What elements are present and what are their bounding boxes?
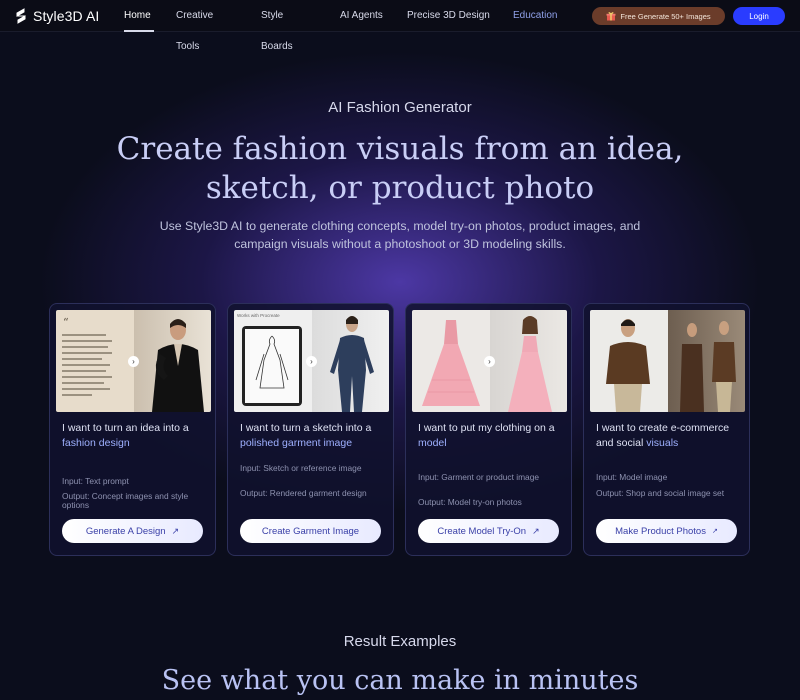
nav-ai-agents[interactable]: AI Agents [340,0,385,32]
tablet-sketch-image [242,326,302,406]
model-brown-jacket-photo [606,319,650,412]
button-label: Create Model Try-On [437,525,527,537]
button-label: Generate A Design [85,525,166,537]
model-denim-jumpsuit-photo [329,316,374,412]
button-label: Make Product Photos [615,525,706,537]
arrow-right-icon: › [306,356,317,367]
card-input: Input: Sketch or reference image [240,463,362,473]
arrow-right-icon: › [128,356,139,367]
arrow-right-icon: › [484,356,495,367]
top-nav: Style3D AI Home Creative Tools Style Boa… [0,0,800,52]
create-model-try-on-button[interactable]: Create Model Try-On ↗ [418,519,559,543]
card-output: Output: Shop and social image set [596,488,725,498]
arrow-up-right-icon: ↗ [532,525,540,536]
card-title: I want to turn a sketch into a polished … [240,421,390,451]
card-title: I want to create e-commerce and social v… [596,421,746,451]
promo-label: Free Generate 50+ Images [620,11,711,21]
card-title-highlight: polished garment image [240,437,353,449]
results-eyebrow: Result Examples [343,633,457,650]
card-image-text-to-design: “ › [56,310,211,412]
card-idea-to-design[interactable]: “ › I want to turn an idea into a fashio… [49,303,216,556]
hero-headline: Create fashion visuals from an idea, ske… [116,131,684,206]
card-input: Input: Model image [596,472,668,482]
card-title: I want to turn an idea into a fashion de… [62,421,212,451]
card-title-highlight: visuals [646,437,679,449]
make-product-photos-button[interactable]: Make Product Photos ↗ [596,519,737,543]
model-pink-dress-photo [507,316,552,412]
brand-name: Style3D AI [33,8,100,24]
card-image-try-on: › [412,310,567,412]
card-sketch-to-garment[interactable]: Works with Procreate › I want to turn a … [227,303,394,556]
models-group-photo [679,321,736,412]
generate-a-design-button[interactable]: Generate A Design ↗ [62,519,203,543]
feature-cards: “ › I want to turn an idea into a fashio… [49,303,750,556]
login-button[interactable]: Login [733,7,785,25]
card-input: Input: Text prompt [62,476,129,486]
arrow-up-right-icon: ↗ [711,528,718,535]
card-output: Output: Concept images and style options [62,491,189,510]
gift-icon [606,12,616,21]
card-title-text: I want to turn a sketch into a [240,422,372,434]
procreate-label: Works with Procreate [237,313,280,318]
card-input: Input: Garment or product image [418,472,540,482]
card-clothing-on-model[interactable]: › I want to put my clothing on a model I… [405,303,572,556]
nav-creative-tools[interactable]: Creative Tools [176,0,238,52]
results-title: See what you can make in minutes [161,665,639,696]
card-title-highlight: fashion design [62,437,130,449]
card-image-sketch-to-garment: Works with Procreate › [234,310,389,412]
button-label: Create Garment Image [261,525,360,537]
card-title: I want to put my clothing on a model [418,421,568,451]
nav-education[interactable]: Education [513,0,561,32]
free-generate-button[interactable]: Free Generate 50+ Images [592,7,725,25]
card-title-text: I want to turn an idea into a [62,422,189,434]
card-ecommerce-visuals[interactable]: I want to create e-commerce and social v… [583,303,750,556]
card-output: Output: Rendered garment design [240,488,367,498]
card-title-highlight: model [418,437,447,449]
brand-logo[interactable]: Style3D AI [14,7,99,25]
quote-icon: “ [63,316,69,329]
nav-style-boards[interactable]: Style Boards [261,0,317,52]
arrow-up-right-icon: ↗ [171,525,180,536]
card-image-product-photos [590,310,745,412]
style3d-logo-icon [16,8,26,24]
card-title-text: I want to put my clothing on a [418,422,555,434]
model-black-coat-photo [151,319,204,412]
card-output: Output: Model try-on photos [418,497,522,507]
nav-home[interactable]: Home [124,0,154,32]
nav-precise-3d-design[interactable]: Precise 3D Design [407,0,491,32]
create-garment-image-button[interactable]: Create Garment Image [240,519,381,543]
hero-eyebrow: AI Fashion Generator [328,99,472,116]
hero-subtext: Use Style3D AI to generate clothing conc… [159,219,641,251]
pink-dress-product-image [422,320,480,406]
